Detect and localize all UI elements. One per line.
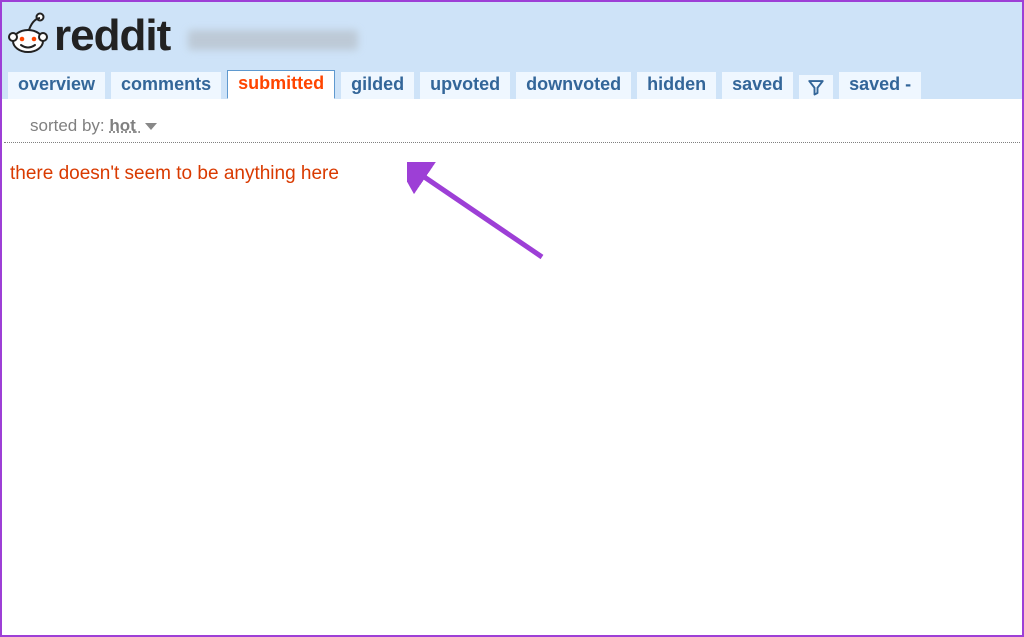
filter-icon <box>807 78 825 96</box>
tab-overview[interactable]: overview <box>8 72 105 99</box>
sort-bar: sorted by: hot <box>4 110 1020 143</box>
header: reddit <box>2 2 1022 70</box>
sort-value: hot <box>109 116 135 135</box>
tab-downvoted[interactable]: downvoted <box>516 72 631 99</box>
tab-filter[interactable] <box>799 75 833 99</box>
sort-dropdown[interactable]: hot <box>109 116 156 135</box>
tab-submitted[interactable]: submitted <box>227 70 335 99</box>
tab-comments[interactable]: comments <box>111 72 221 99</box>
tab-upvoted[interactable]: upvoted <box>420 72 510 99</box>
logo[interactable]: reddit <box>8 11 170 61</box>
tab-gilded[interactable]: gilded <box>341 72 414 99</box>
tab-hidden[interactable]: hidden <box>637 72 716 99</box>
tab-saved-filter[interactable]: saved - <box>839 72 921 99</box>
caret-down-icon <box>145 123 157 130</box>
reddit-snoo-icon <box>8 11 48 61</box>
tab-saved[interactable]: saved <box>722 72 793 99</box>
sort-label: sorted by: <box>30 116 109 135</box>
tab-menu: overview comments submitted gilded upvot… <box>2 69 1022 99</box>
content-area: sorted by: hot there doesn't seem to be … <box>2 100 1022 185</box>
username-blurred <box>188 30 358 50</box>
empty-message: there doesn't seem to be anything here <box>2 153 1022 185</box>
reddit-wordmark: reddit <box>54 14 170 58</box>
